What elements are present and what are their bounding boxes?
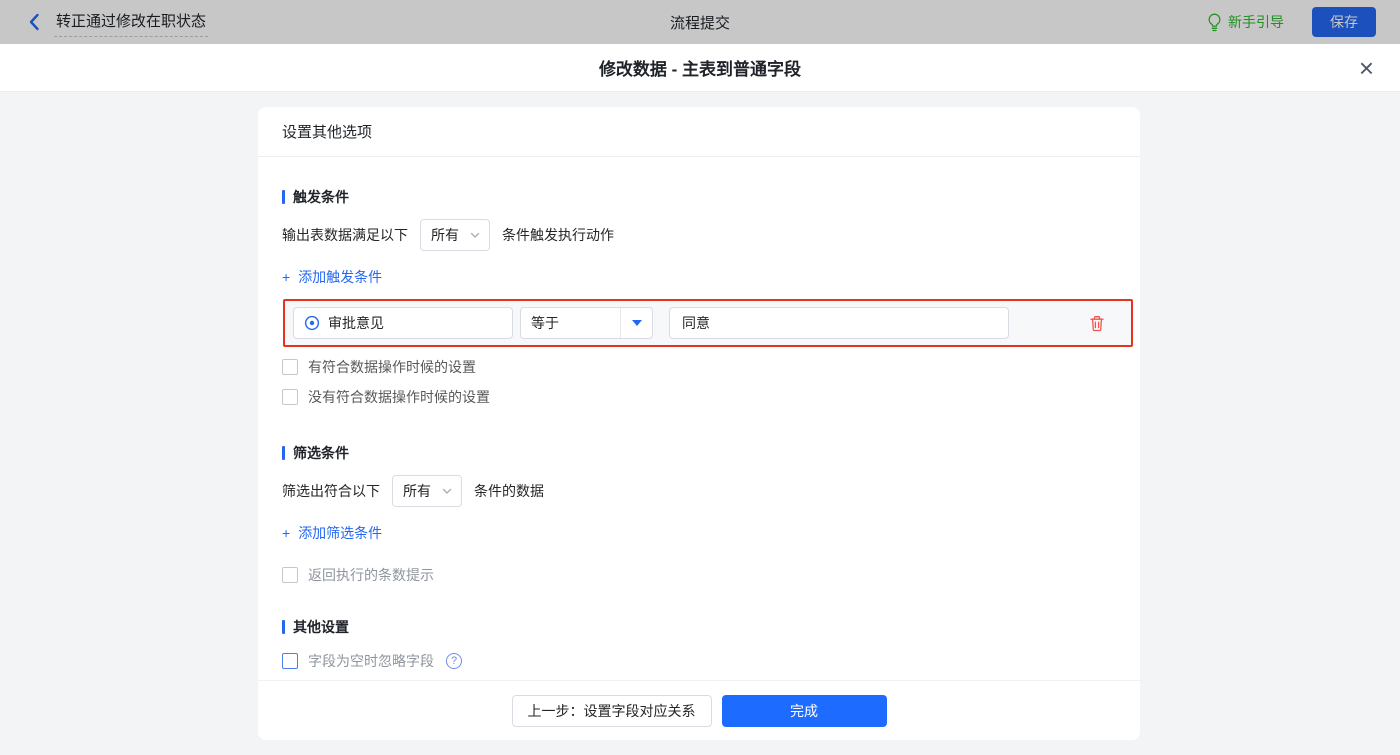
plus-icon: + bbox=[282, 525, 291, 541]
filter-match-select[interactable]: 所有 bbox=[392, 475, 462, 507]
section-accent-bar bbox=[282, 620, 285, 634]
checkbox-label: 没有符合数据操作时候的设置 bbox=[308, 389, 490, 405]
back-button[interactable] bbox=[28, 13, 40, 31]
checkbox-row-return-count: 返回执行的条数提示 bbox=[282, 565, 1116, 585]
save-button[interactable]: 保存 bbox=[1312, 7, 1376, 37]
operator-caret-zone[interactable] bbox=[620, 308, 652, 338]
radio-field-type-icon bbox=[304, 315, 320, 331]
section-accent-bar bbox=[282, 190, 285, 204]
card-header-title: 设置其他选项 bbox=[258, 107, 1140, 157]
delete-condition-button[interactable] bbox=[1089, 315, 1105, 332]
section-title-label: 筛选条件 bbox=[293, 445, 349, 461]
trigger-condition-row: 等于 bbox=[283, 299, 1133, 347]
section-other-settings: 其他设置 bbox=[282, 617, 1116, 637]
filter-match-row: 筛选出符合以下 所有 条件的数据 bbox=[282, 475, 1116, 507]
add-trigger-condition-link[interactable]: + 添加触发条件 bbox=[282, 267, 382, 287]
back-chevron-icon bbox=[29, 13, 39, 31]
condition-field-value[interactable] bbox=[328, 315, 502, 331]
beginner-guide-button[interactable]: 新手引导 bbox=[1207, 12, 1284, 32]
modal-title: 修改数据 - 主表到普通字段 bbox=[598, 60, 802, 79]
checkbox-no-matching-data[interactable] bbox=[282, 389, 298, 405]
filter-match-select-value: 所有 bbox=[403, 483, 431, 499]
trigger-match-select[interactable]: 所有 bbox=[420, 219, 490, 251]
help-icon[interactable]: ? bbox=[446, 653, 462, 669]
lightbulb-icon bbox=[1208, 13, 1221, 31]
plus-icon: + bbox=[282, 269, 291, 285]
chevron-down-icon bbox=[470, 232, 480, 238]
trigger-row-prefix: 输出表数据满足以下 bbox=[282, 227, 408, 243]
condition-operator-value: 等于 bbox=[531, 315, 559, 331]
chevron-down-icon bbox=[442, 488, 452, 494]
filter-row-suffix: 条件的数据 bbox=[474, 483, 544, 499]
add-trigger-condition-label: 添加触发条件 bbox=[298, 269, 383, 285]
previous-step-button[interactable]: 上一步：设置字段对应关系 bbox=[511, 694, 712, 727]
caret-down-icon bbox=[631, 320, 642, 326]
card-body: 触发条件 输出表数据满足以下 所有 条件触发执行动作 + 添加触发条件 审批意见… bbox=[258, 157, 1140, 680]
checkbox-row-ignore-empty: 字段为空时忽略字段 ? bbox=[282, 651, 1116, 671]
section-trigger-conditions: 触发条件 bbox=[282, 187, 1116, 207]
checkbox-label: 有符合数据操作时候的设置 bbox=[308, 359, 476, 375]
top-bar: 转正通过修改在职状态 流程提交 新手引导 保存 bbox=[0, 0, 1400, 44]
close-icon[interactable]: × bbox=[1359, 55, 1374, 81]
add-filter-condition-link[interactable]: + 添加筛选条件 bbox=[282, 523, 382, 543]
flow-name-title[interactable]: 转正通过修改在职状态 bbox=[54, 8, 209, 37]
condition-value-input[interactable] bbox=[669, 307, 1009, 339]
checkbox-label: 返回执行的条数提示 bbox=[308, 567, 434, 583]
section-title-label: 其他设置 bbox=[293, 619, 349, 635]
section-filter-conditions: 筛选条件 bbox=[282, 443, 1116, 463]
section-accent-bar bbox=[282, 446, 285, 460]
guide-label: 新手引导 bbox=[1228, 14, 1284, 30]
checkbox-has-matching-data[interactable] bbox=[282, 359, 298, 375]
trigger-match-select-value: 所有 bbox=[431, 227, 459, 243]
checkbox-ignore-empty-field[interactable] bbox=[282, 653, 298, 669]
done-button[interactable]: 完成 bbox=[721, 694, 887, 727]
checkbox-row-no-matching-data: 没有符合数据操作时候的设置 bbox=[282, 387, 1116, 407]
options-card: 设置其他选项 触发条件 输出表数据满足以下 所有 条件触发执行动作 + 添加触发… bbox=[258, 107, 1140, 740]
trigger-match-row: 输出表数据满足以下 所有 条件触发执行动作 bbox=[282, 219, 1116, 251]
condition-field-input[interactable] bbox=[293, 307, 513, 339]
trigger-row-suffix: 条件触发执行动作 bbox=[502, 227, 614, 243]
checkbox-label: 字段为空时忽略字段 bbox=[308, 653, 434, 669]
add-filter-condition-label: 添加筛选条件 bbox=[298, 525, 383, 541]
trash-icon bbox=[1090, 315, 1104, 331]
modal-header: 修改数据 - 主表到普通字段 × bbox=[0, 44, 1400, 92]
condition-operator-select[interactable]: 等于 bbox=[520, 307, 653, 339]
card-footer: 上一步：设置字段对应关系 完成 bbox=[258, 680, 1140, 740]
page-center-title: 流程提交 bbox=[669, 14, 731, 32]
checkbox-return-count[interactable] bbox=[282, 567, 298, 583]
checkbox-row-has-matching-data: 有符合数据操作时候的设置 bbox=[282, 357, 1116, 377]
section-title-label: 触发条件 bbox=[293, 189, 349, 205]
modal-body: 设置其他选项 触发条件 输出表数据满足以下 所有 条件触发执行动作 + 添加触发… bbox=[0, 92, 1400, 754]
filter-row-prefix: 筛选出符合以下 bbox=[282, 483, 380, 499]
